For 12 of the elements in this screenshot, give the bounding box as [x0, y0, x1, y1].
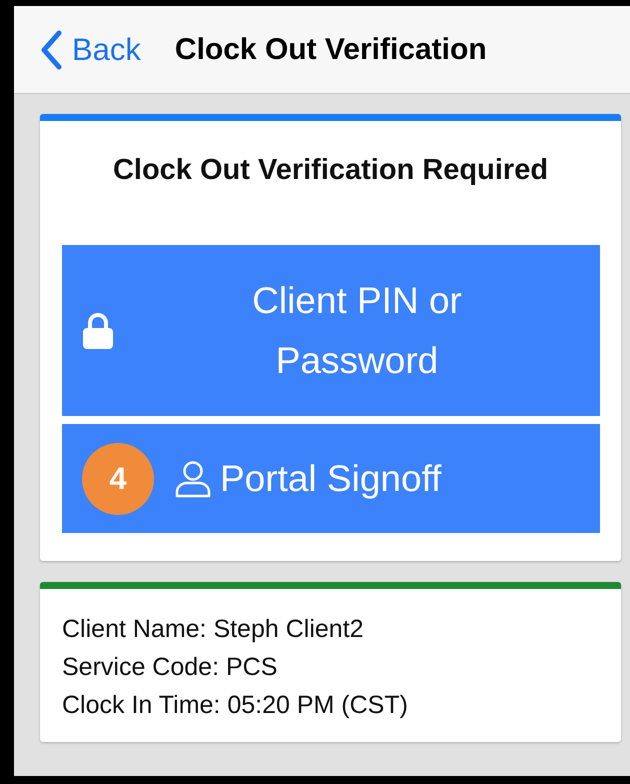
back-button[interactable]: Back: [40, 30, 141, 70]
count-badge: 4: [82, 442, 154, 514]
pin-button[interactable]: Client PIN or Password: [62, 245, 600, 416]
detail-text: Client Name: Steph Client2: [62, 615, 365, 644]
chevron-left-icon: [40, 30, 62, 70]
screen-title: Clock Out Verification: [174, 32, 487, 66]
card-title: Clock Out Verification Required: [112, 154, 550, 187]
detail-text: Clock In Time: 05:20 PM (CST): [62, 691, 409, 720]
lock-icon: [82, 312, 114, 350]
user-icon: [174, 460, 212, 498]
detail-text: Service Code: PCS: [62, 653, 278, 682]
portal-signoff-button[interactable]: 4 Portal Signoff: [62, 424, 600, 533]
